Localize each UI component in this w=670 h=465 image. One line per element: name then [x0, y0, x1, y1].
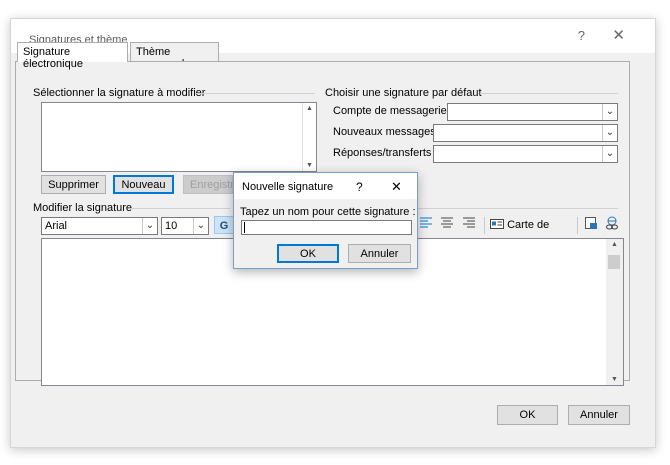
delete-button[interactable]: Supprimer — [41, 175, 106, 194]
default-signature-label: Choisir une signature par défaut — [325, 87, 482, 99]
new-button-label: Nouveau — [121, 179, 166, 191]
dialog-prompt: Tapez un nom pour cette signature : — [240, 206, 416, 218]
dialog-titlebar: Nouvelle signature ? ✕ — [234, 173, 417, 199]
editor-scrollbar[interactable]: ▲ ▼ — [606, 239, 623, 385]
align-center-button[interactable] — [438, 216, 456, 234]
cancel-button[interactable]: Annuler — [568, 405, 630, 425]
replies-select[interactable]: ⌄ — [433, 145, 618, 163]
dialog-help-button[interactable]: ? — [356, 180, 363, 194]
signature-list-scrollbar[interactable]: ▲ ▼ — [302, 103, 316, 171]
insert-picture-button[interactable] — [582, 216, 600, 234]
dialog-ok-button[interactable]: OK — [277, 244, 339, 263]
dialog-cancel-button[interactable]: Annuler — [348, 244, 411, 263]
signature-name-input[interactable] — [241, 220, 412, 235]
ok-button[interactable]: OK — [497, 405, 558, 425]
new-button[interactable]: Nouveau — [113, 175, 174, 194]
select-signature-label: Sélectionner la signature à modifier — [33, 87, 206, 99]
scroll-up-icon[interactable]: ▲ — [306, 105, 313, 112]
account-select[interactable]: ⌄ — [447, 103, 618, 121]
text-caret — [244, 222, 245, 233]
group-divider — [418, 208, 618, 209]
business-card-icon — [490, 219, 504, 229]
new-messages-select[interactable]: ⌄ — [433, 124, 618, 142]
chevron-down-icon[interactable]: ⌄ — [602, 104, 617, 120]
font-value: Arial — [45, 220, 68, 232]
dialog-title: Nouvelle signature — [242, 181, 334, 193]
group-divider — [130, 208, 230, 209]
align-left-icon — [420, 217, 432, 228]
edit-signature-label: Modifier la signature — [33, 202, 133, 214]
delete-button-label: Supprimer — [48, 179, 99, 191]
chevron-down-icon[interactable]: ⌄ — [193, 218, 208, 234]
save-button-label: Enregistrer — [190, 179, 232, 191]
group-divider — [480, 93, 618, 94]
toolbar-separator — [484, 217, 485, 234]
chevron-down-icon[interactable]: ⌄ — [142, 218, 157, 234]
align-center-icon — [441, 217, 453, 228]
save-button[interactable]: Enregistrer — [183, 175, 233, 194]
dialog-cancel-label: Annuler — [360, 248, 399, 260]
chevron-down-icon[interactable]: ⌄ — [602, 125, 617, 141]
help-button[interactable]: ? — [578, 29, 585, 43]
bold-button[interactable]: G — [214, 216, 234, 234]
hyperlink-icon — [606, 216, 618, 230]
insert-picture-icon — [585, 217, 597, 229]
bold-button-label: G — [219, 220, 229, 232]
new-messages-label: Nouveaux messages : — [333, 126, 442, 138]
signature-list[interactable]: ▲ ▼ — [41, 102, 317, 172]
close-button[interactable]: ✕ — [612, 28, 625, 43]
group-divider — [195, 93, 315, 94]
toolbar-separator — [577, 217, 578, 234]
scroll-down-icon[interactable]: ▼ — [611, 376, 618, 383]
insert-link-button[interactable] — [603, 216, 621, 234]
cancel-button-label: Annuler — [580, 409, 618, 421]
dialog-ok-label: OK — [300, 248, 316, 260]
dialog-close-button[interactable]: ✕ — [391, 179, 402, 195]
align-left-button[interactable] — [417, 216, 435, 234]
replies-label: Réponses/transferts : — [333, 147, 438, 159]
tab-theme-personnel[interactable]: Thème personnel — [130, 42, 219, 70]
business-card-button[interactable]: Carte de visite — [490, 216, 572, 249]
ok-button-label: OK — [519, 409, 536, 421]
tab-label: Signature électronique — [23, 46, 83, 70]
scroll-up-icon[interactable]: ▲ — [611, 241, 618, 248]
account-label: Compte de messagerie : — [333, 105, 453, 117]
chevron-down-icon[interactable]: ⌄ — [602, 146, 617, 162]
tab-signature-electronique[interactable]: Signature électronique — [17, 42, 128, 70]
align-right-button[interactable] — [460, 216, 478, 234]
align-right-icon — [463, 217, 475, 228]
scroll-down-icon[interactable]: ▼ — [306, 162, 313, 169]
font-select[interactable]: Arial ⌄ — [41, 217, 158, 235]
font-size-select[interactable]: 10 ⌄ — [161, 217, 209, 235]
new-signature-dialog: Nouvelle signature ? ✕ Tapez un nom pour… — [233, 172, 418, 269]
scroll-thumb[interactable] — [608, 255, 620, 269]
font-size-value: 10 — [165, 220, 178, 232]
